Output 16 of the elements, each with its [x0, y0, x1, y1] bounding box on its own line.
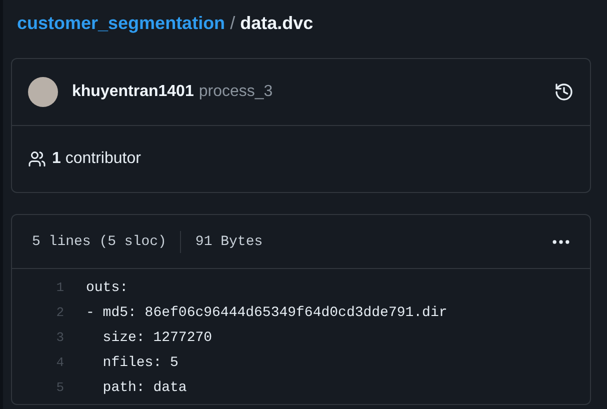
contributor-link[interactable]: 1 contributor — [52, 150, 141, 168]
code-line: size: 1277270 — [102, 330, 212, 346]
code-line: - md5: 86ef06c96444d65349f64d0cd3dde791.dir — [86, 304, 448, 320]
file-size: 91 Bytes — [195, 234, 263, 250]
author-link[interactable]: khuyentran1401 — [72, 83, 194, 101]
avatar — [28, 77, 58, 107]
repo-link[interactable]: customer_segmentation — [17, 12, 226, 34]
code-line: path: data — [102, 380, 187, 396]
code-line: outs: — [86, 280, 128, 296]
users-icon — [28, 150, 46, 168]
history-icon[interactable] — [554, 82, 574, 102]
file-name: data.dvc — [240, 12, 314, 34]
commit-message-link[interactable]: process_3 — [198, 83, 273, 101]
line-count: 5 lines (5 sloc) — [32, 234, 166, 250]
code-line: nfiles: 5 — [102, 354, 178, 370]
path-separator: / — [230, 12, 236, 34]
